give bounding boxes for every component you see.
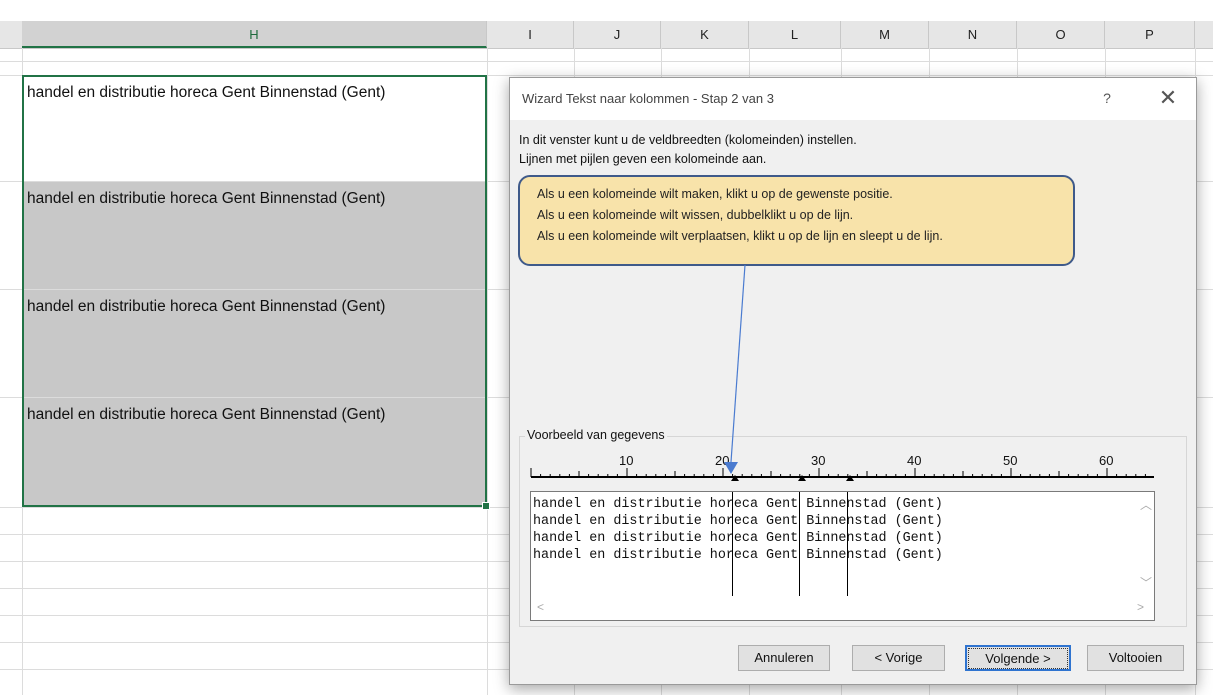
column-header-h[interactable]: H — [22, 21, 487, 48]
column-header-n[interactable]: N — [929, 21, 1017, 48]
column-break-line[interactable] — [732, 492, 733, 596]
help-button[interactable]: ? — [1096, 87, 1118, 109]
cell-h-active[interactable]: handel en distributie horeca Gent Binnen… — [23, 76, 486, 181]
break-arrow[interactable] — [846, 475, 854, 481]
preview-row: handel en distributie horeca Gent Binnen… — [533, 548, 943, 563]
ribbon-edge — [0, 0, 1213, 21]
scroll-left-icon[interactable]: < — [537, 600, 544, 614]
cell-h[interactable]: handel en distributie horeca Gent Binnen… — [23, 182, 486, 289]
gridline — [487, 48, 488, 695]
column-header-i[interactable]: I — [487, 21, 574, 48]
scroll-right-icon[interactable]: > — [1137, 600, 1144, 614]
column-header-j[interactable]: J — [574, 21, 661, 48]
tooltip-line: Als u een kolomeinde wilt wissen, dubbel… — [537, 208, 854, 222]
cancel-button[interactable]: Annuleren — [738, 645, 830, 671]
callout-tooltip: Als u een kolomeinde wilt maken, klikt u… — [518, 175, 1075, 266]
back-button[interactable]: < Vorige — [852, 645, 945, 671]
break-arrow[interactable] — [731, 475, 739, 481]
column-break-line[interactable] — [799, 492, 800, 596]
break-arrows — [731, 475, 854, 481]
horizontal-scrollbar[interactable]: < > — [531, 596, 1154, 620]
column-header-p[interactable]: P — [1105, 21, 1195, 48]
preview-ruler[interactable]: 10 20 30 40 50 60 — [530, 453, 1156, 483]
column-header-o[interactable]: O — [1017, 21, 1105, 48]
close-button[interactable]: ✕ — [1153, 84, 1183, 112]
break-arrow[interactable] — [798, 475, 806, 481]
cell-h[interactable]: handel en distributie horeca Gent Binnen… — [23, 398, 486, 506]
next-button-label: Volgende > — [968, 648, 1068, 669]
column-header-m[interactable]: M — [841, 21, 929, 48]
column-header-row: H I J K L M N O P — [0, 21, 1213, 49]
finish-button[interactable]: Voltooien — [1087, 645, 1184, 671]
dialog-titlebar[interactable]: Wizard Tekst naar kolommen - Stap 2 van … — [510, 78, 1196, 120]
tooltip-line: Als u een kolomeinde wilt verplaatsen, k… — [537, 229, 943, 243]
preview-row: handel en distributie horeca Gent Binnen… — [533, 514, 943, 529]
scroll-down-icon[interactable]: ﹀ — [1140, 574, 1152, 591]
text-to-columns-dialog: Wizard Tekst naar kolommen - Stap 2 van … — [509, 77, 1197, 685]
instruction-line: Lijnen met pijlen geven een kolomeinde a… — [519, 152, 767, 166]
preview-row: handel en distributie horeca Gent Binnen… — [533, 531, 943, 546]
gridline — [0, 61, 1213, 62]
dialog-title: Wizard Tekst naar kolommen - Stap 2 van … — [522, 91, 774, 106]
instruction-line: In dit venster kunt u de veldbreedten (k… — [519, 133, 857, 147]
preview-row: handel en distributie horeca Gent Binnen… — [533, 497, 943, 512]
next-button[interactable]: Volgende > — [965, 645, 1071, 671]
fill-handle[interactable] — [482, 502, 490, 510]
column-header-k[interactable]: K — [661, 21, 749, 48]
tooltip-line: Als u een kolomeinde wilt maken, klikt u… — [537, 187, 893, 201]
column-header-l[interactable]: L — [749, 21, 841, 48]
vertical-scrollbar[interactable]: ︿ ﹀ — [1136, 492, 1154, 596]
preview-legend: Voorbeeld van gegevens — [525, 428, 667, 442]
cell-h[interactable]: handel en distributie horeca Gent Binnen… — [23, 290, 486, 397]
scroll-up-icon[interactable]: ︿ — [1140, 496, 1152, 513]
preview-area[interactable]: handel en distributie horeca Gent Binnen… — [530, 491, 1155, 621]
column-break-line[interactable] — [847, 492, 848, 596]
